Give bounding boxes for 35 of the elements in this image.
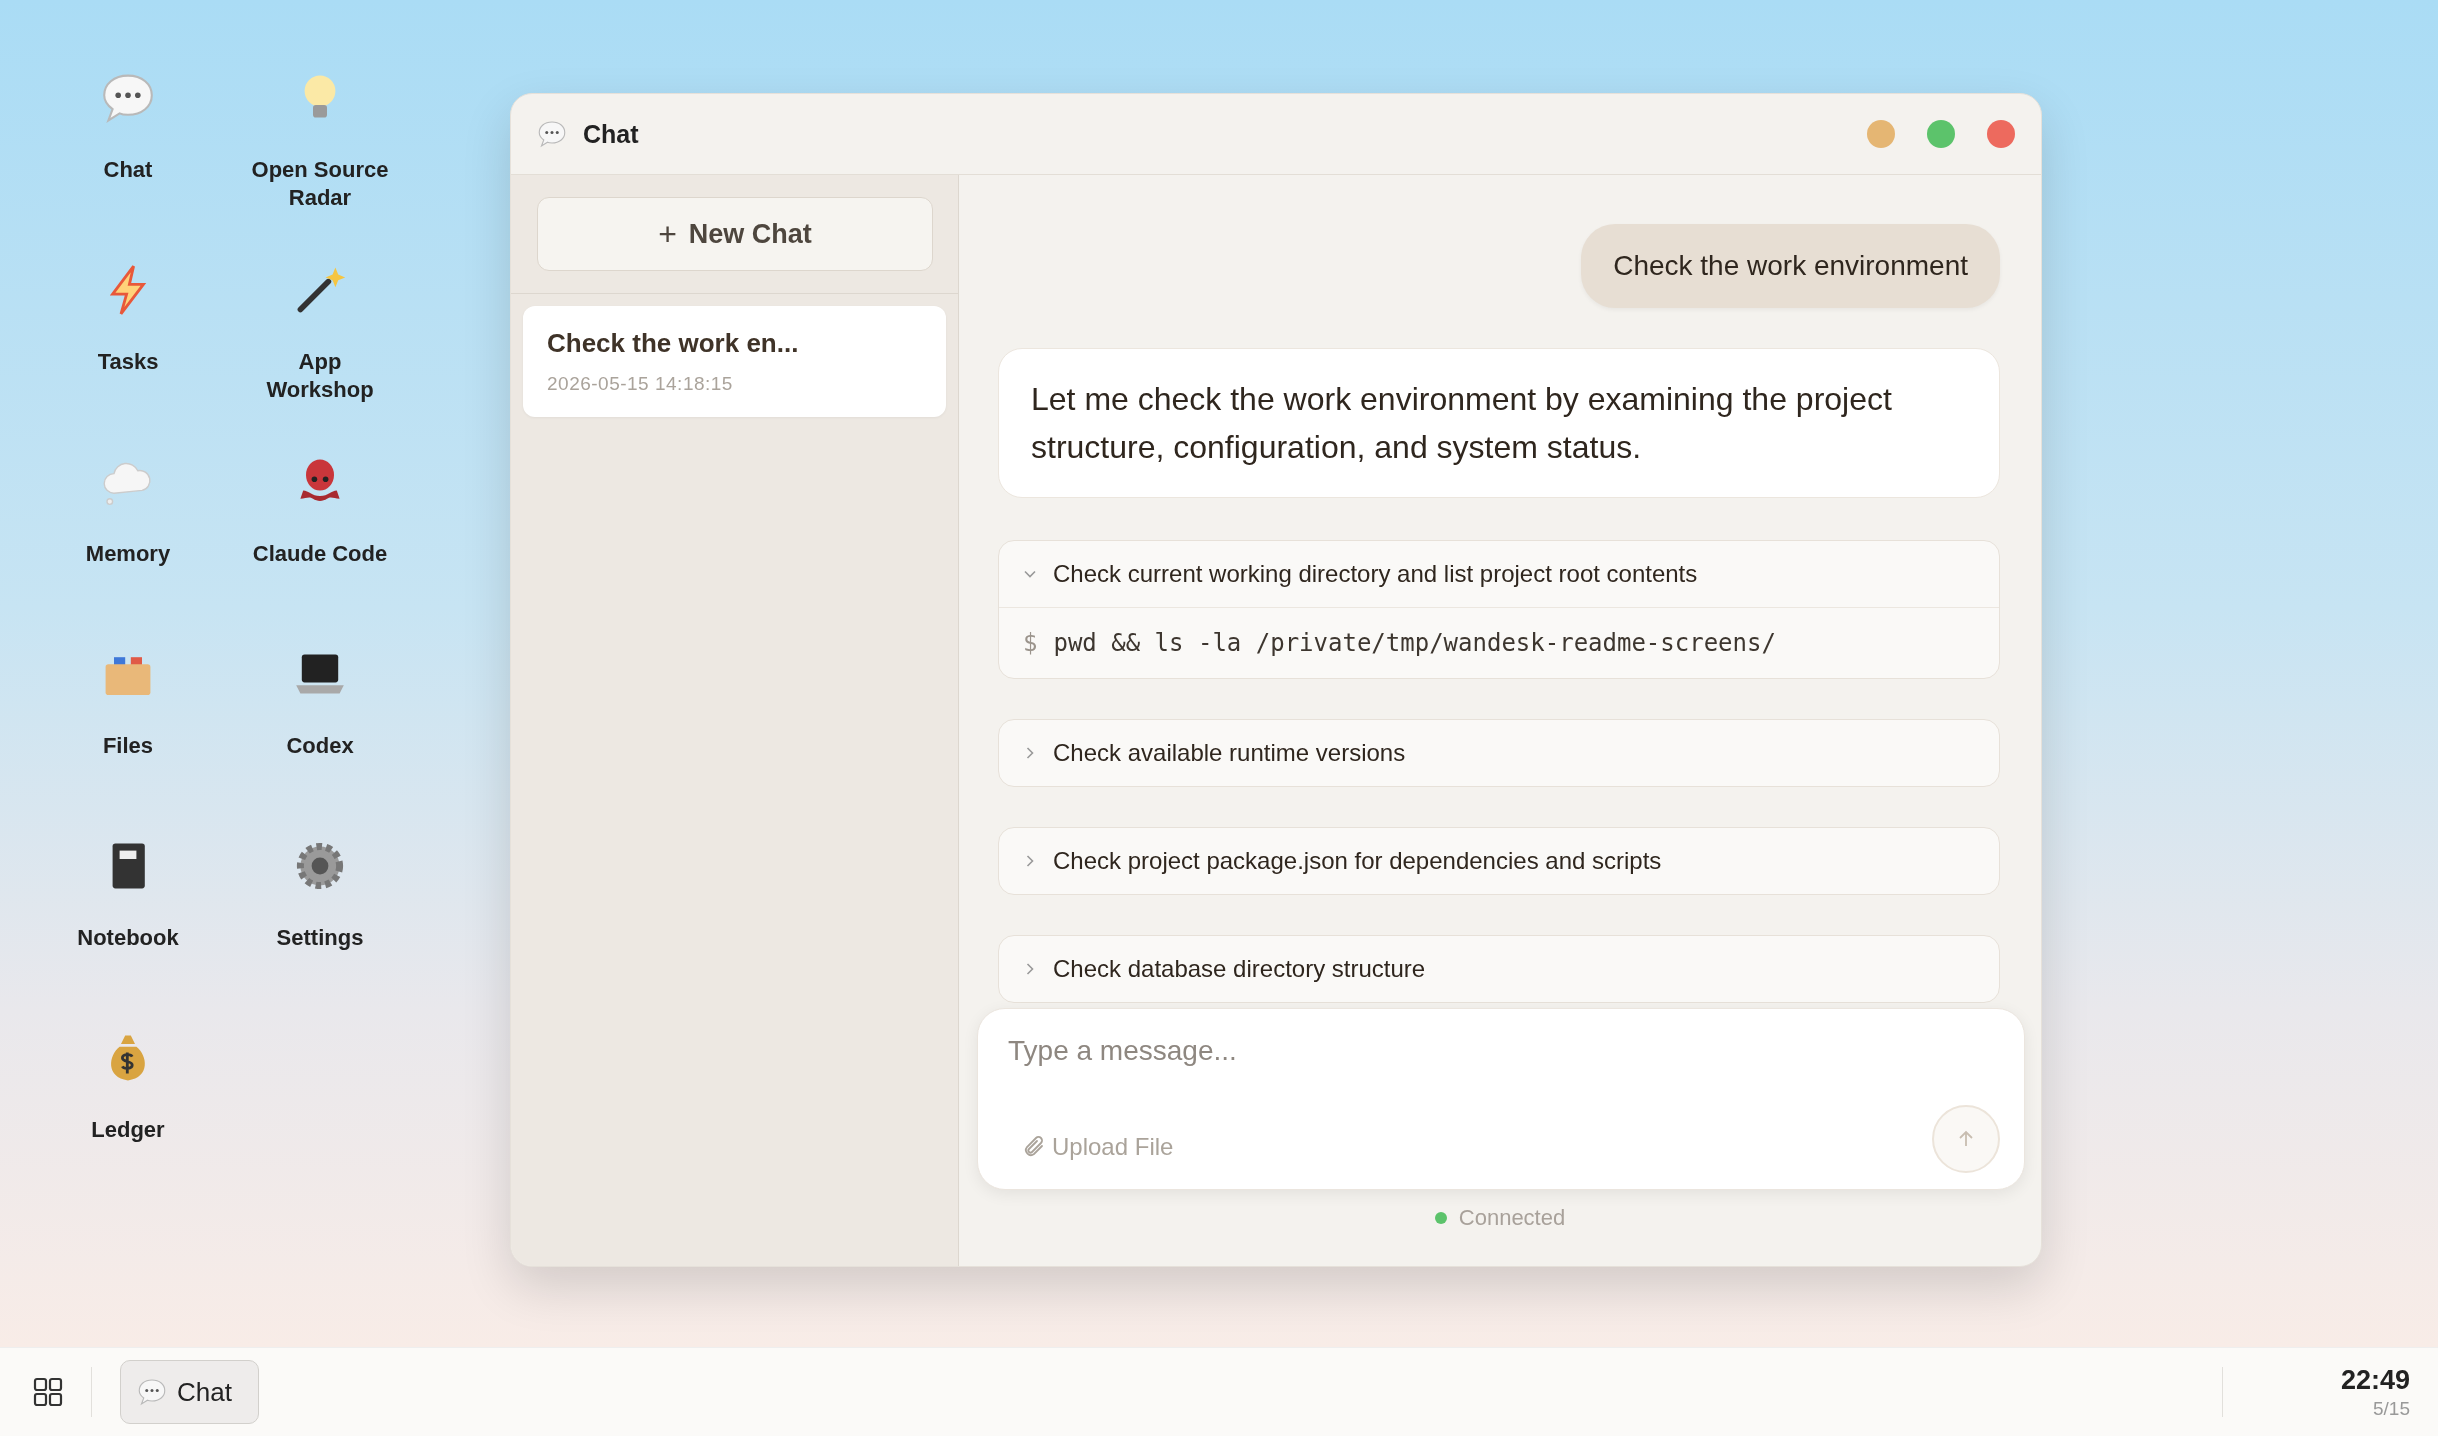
window-title: Chat <box>583 119 639 149</box>
taskbar-app-button[interactable]: Chat <box>120 1360 259 1424</box>
conversation-time: 2026-05-15 14:18:15 <box>547 373 734 395</box>
assistant-message: Let me check the work environment by examining the project structure, configuration, and system status. <box>998 348 2000 498</box>
desktop-shortcut[interactable]: App Workshop <box>240 254 400 446</box>
paperclip-icon <box>1022 1135 1046 1159</box>
user-message: Check the work environment <box>1581 224 2000 308</box>
tool-step-header[interactable]: Check project package.json for dependencies and scripts <box>999 828 1999 894</box>
clock-date: 5/15 <box>2373 1397 2410 1420</box>
tool-step-header[interactable]: Check current working directory and list project root contents <box>999 541 1999 607</box>
speech-bubble-icon <box>137 1377 167 1407</box>
shell-command: pwd && ls -la /private/tmp/wandesk-readme-screens/ <box>1053 629 1776 657</box>
clock-time: 22:49 <box>2340 1364 2410 1396</box>
close-button[interactable] <box>1987 120 2015 148</box>
maximize-button[interactable] <box>1927 120 1955 148</box>
speech-bubble-icon <box>537 119 567 149</box>
desktop-shortcut[interactable]: Notebook <box>48 830 208 1022</box>
conversation-item[interactable]: Check the work en... 2026-05-15 14:18:15 <box>523 306 946 417</box>
desktop-shortcut[interactable]: Claude Code <box>240 446 400 638</box>
shell-prompt: $ <box>1023 629 1038 657</box>
desktop-shortcut[interactable]: Memory <box>48 446 208 638</box>
conversation-title: Check the work en... <box>547 328 800 359</box>
desktop-shortcut[interactable]: Ledger <box>48 1022 208 1214</box>
minimize-button[interactable] <box>1867 120 1895 148</box>
new-chat-button[interactable]: + New Chat <box>537 197 933 271</box>
desktop-shortcut[interactable]: Files <box>48 638 208 830</box>
app-grid-icon[interactable] <box>33 1377 63 1407</box>
desktop-shortcut[interactable]: Settings <box>240 830 400 1022</box>
desktop-shortcut[interactable]: Codex <box>240 638 400 830</box>
tool-step-header[interactable]: Check available runtime versions <box>999 720 1999 786</box>
desktop-shortcut[interactable]: Tasks <box>48 254 208 446</box>
desktop-shortcut[interactable]: Open Source Radar <box>240 62 400 254</box>
connection-status: Connected <box>1458 1205 1566 1231</box>
tool-step-header[interactable]: Check database directory structure <box>999 936 1999 1002</box>
desktop-shortcut[interactable]: Chat <box>48 62 208 254</box>
